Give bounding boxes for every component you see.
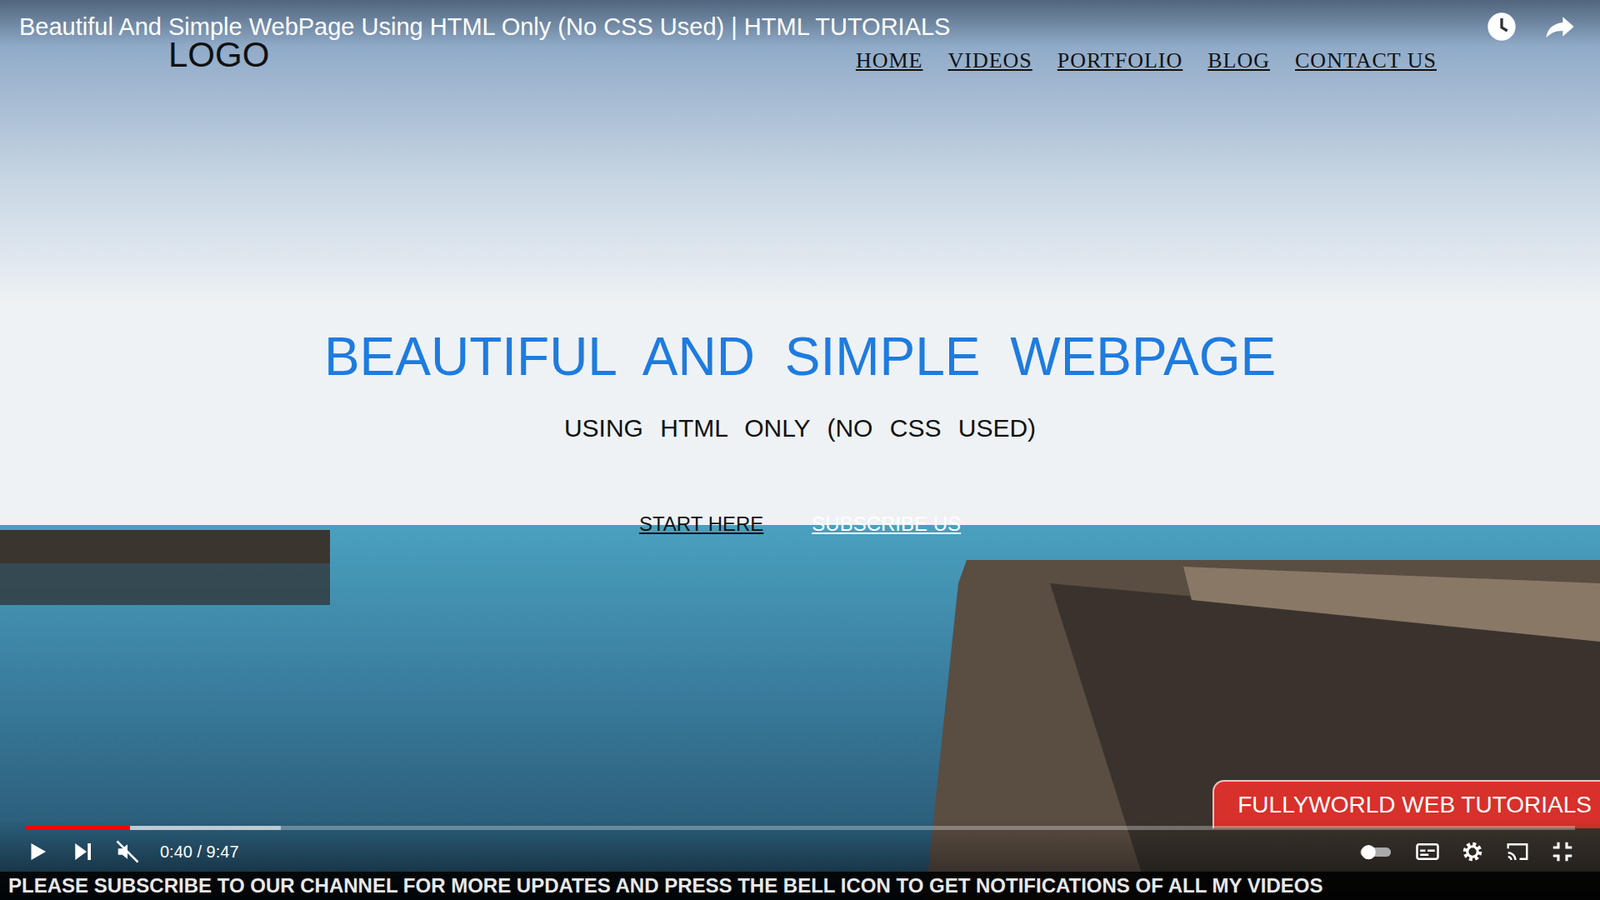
subscribe-marquee: PLEASE SUBSCRIBE TO OUR CHANNEL FOR MORE…	[0, 871, 1600, 900]
cast-icon[interactable]	[1505, 839, 1530, 865]
player-controls: 0:40 / 9:47 PLEASE SUBSCRIBE TO OUR CHANN…	[0, 819, 1600, 900]
exit-fullscreen-icon[interactable]	[1550, 839, 1575, 865]
video-title[interactable]: Beautiful And Simple WebPage Using HTML …	[19, 13, 950, 41]
hero-link[interactable]: SUBSCRIBE US	[811, 512, 961, 536]
nav-link[interactable]: VIDEOS	[947, 48, 1032, 74]
subtitles-icon[interactable]	[1415, 839, 1440, 865]
hero: BEAUTIFUL AND SIMPLE WEBPAGE USING HTML O…	[0, 75, 1600, 536]
site-header: LOGOHOMEVIDEOSPORTFOLIOBLOGCONTACT US	[0, 46, 1600, 75]
time-display: 0:40 / 9:47	[160, 842, 240, 862]
hero-link[interactable]: START HERE	[639, 512, 764, 536]
nav-link[interactable]: PORTFOLIO	[1057, 48, 1183, 74]
autoplay-toggle-icon[interactable]	[1358, 839, 1395, 865]
hero-subheading: USING HTML ONLY (NO CSS USED)	[564, 414, 1036, 443]
volume-icon[interactable]	[115, 839, 140, 865]
site-logo[interactable]: LOGO	[168, 35, 270, 75]
video-player[interactable]: Beautiful And Simple WebPage Using HTML …	[0, 0, 1600, 900]
play-icon[interactable]	[25, 839, 50, 865]
video-frame-photo	[0, 0, 1600, 900]
settings-gear-icon[interactable]	[1460, 839, 1485, 865]
share-arrow-icon[interactable]	[1543, 10, 1577, 44]
nav-link[interactable]: HOME	[855, 48, 924, 74]
next-icon[interactable]	[70, 839, 95, 865]
nav-link[interactable]: CONTACT US	[1295, 48, 1437, 74]
progress-bar[interactable]	[25, 825, 1575, 830]
nav-link[interactable]: BLOG	[1207, 48, 1270, 74]
hero-heading: BEAUTIFUL AND SIMPLE WEBPAGE	[324, 325, 1276, 390]
watch-later-clock-icon[interactable]	[1485, 10, 1519, 44]
progress-played	[25, 825, 130, 830]
site-nav: HOME VIDEOS PORTFOLIO BLOG CONTACT US	[855, 48, 1437, 74]
